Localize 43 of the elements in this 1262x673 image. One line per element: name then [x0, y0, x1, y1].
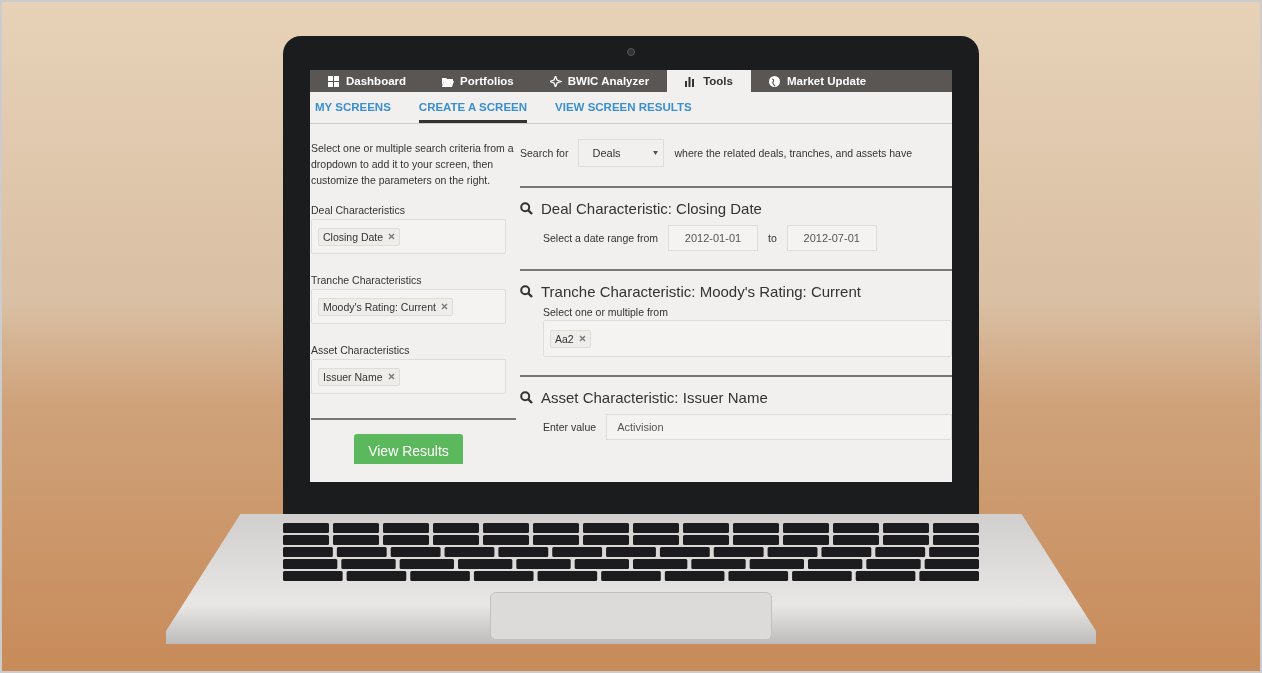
search-icon: [520, 202, 533, 215]
nav-tab[interactable]: Tools: [667, 70, 751, 92]
date-field[interactable]: 2012-01-01: [668, 225, 758, 251]
field-label: Select a date range from: [543, 232, 658, 244]
close-icon: [440, 303, 448, 310]
nav-tab[interactable]: Portfolios: [424, 70, 532, 92]
grid-icon: [328, 75, 340, 87]
crosshair-icon: [549, 75, 562, 87]
camera-icon: [627, 48, 635, 56]
group-label: Deal Characteristics: [311, 204, 406, 216]
close-icon: [388, 233, 396, 240]
tag-field[interactable]: Aa2: [543, 320, 952, 357]
search-label: Search for: [520, 147, 569, 159]
criterion-title: Deal Characteristic: Closing Date: [541, 200, 762, 217]
folder-icon: [442, 75, 455, 87]
globe-icon: [768, 75, 781, 87]
nav-tab[interactable]: BWIC Analyzer: [531, 70, 668, 92]
group-label: Tranche Characteristics: [311, 274, 423, 286]
criterion-title: Tranche Characteristic: Moody's Rating: Current: [541, 283, 861, 300]
close-icon: [578, 335, 586, 342]
tag-field[interactable]: Moody's Rating: Current: [311, 289, 506, 324]
close-icon: [387, 373, 395, 380]
tag-chip[interactable]: Moody's Rating: Current: [318, 297, 453, 316]
nav-tab[interactable]: Dashboard: [310, 70, 425, 92]
field-label: Enter value: [543, 421, 597, 433]
instructions-text: Select one or multiple search criteria from a dropdown to add it to your screen, then customize the parameters on the right.: [311, 141, 515, 188]
date-field[interactable]: 2012-07-01: [786, 225, 877, 251]
tag-chip[interactable]: Closing Date: [318, 227, 401, 246]
tag-field[interactable]: Issuer Name: [311, 359, 506, 394]
tag-field[interactable]: Closing Date: [311, 219, 506, 254]
field-label: to: [768, 232, 777, 244]
text-field[interactable]: Activision: [606, 414, 952, 440]
search-description: where the related deals, tranches, and assets have: [674, 147, 912, 159]
search-icon: [520, 285, 533, 298]
caret-icon: [653, 151, 659, 155]
group-label: Asset Characteristics: [311, 344, 411, 356]
search-icon: [520, 391, 533, 404]
criterion-title: Asset Characteristic: Issuer Name: [541, 389, 768, 406]
nav-tab[interactable]: Market Update: [750, 70, 885, 92]
tag-chip[interactable]: Aa2: [550, 329, 591, 348]
type-dropdown[interactable]: Deals: [578, 139, 665, 167]
tag-chip[interactable]: Issuer Name: [318, 367, 400, 386]
field-label: Select one or multiple from: [543, 306, 669, 318]
